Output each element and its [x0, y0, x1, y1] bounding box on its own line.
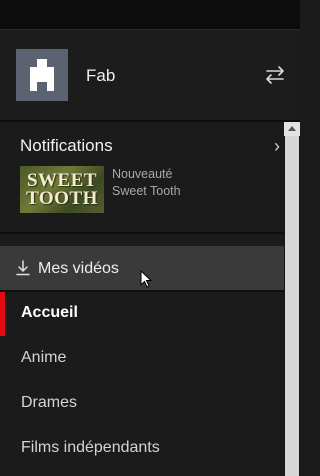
- nav-item-drames[interactable]: Drames: [0, 382, 284, 426]
- download-icon: [16, 260, 30, 276]
- switch-profile-icon[interactable]: [264, 64, 286, 86]
- nav-item-anime[interactable]: Anime: [0, 337, 284, 381]
- notification-kind[interactable]: Nouveauté: [112, 167, 172, 181]
- notifications-section: Notifications › SWEET TOOTH Nouveauté Sw…: [0, 122, 284, 232]
- thumbnail-title-line2: TOOTH: [26, 188, 98, 209]
- nav-item-accueil[interactable]: Accueil: [0, 292, 284, 336]
- nav-item-label: Accueil: [21, 304, 78, 321]
- nav-item-label: Films indépendants: [21, 439, 160, 456]
- profile-header[interactable]: Fab: [0, 30, 300, 120]
- title-bar: [0, 0, 300, 30]
- scroll-up-arrow-icon[interactable]: [284, 122, 300, 136]
- profile-name: Fab: [86, 66, 116, 85]
- profile-avatar-icon: [16, 49, 68, 101]
- my-downloads-label: Mes vidéos: [38, 260, 119, 277]
- notification-thumbnail[interactable]: SWEET TOOTH: [20, 166, 104, 213]
- notification-show-title[interactable]: Sweet Tooth: [112, 184, 181, 198]
- divider: [0, 232, 300, 234]
- mouse-pointer-icon: [140, 270, 153, 288]
- notifications-chevron-icon[interactable]: ›: [274, 136, 280, 157]
- nav-item-films-independants[interactable]: Films indépendants: [0, 427, 284, 471]
- nav-item-label: Anime: [21, 349, 67, 366]
- scrollbar[interactable]: [284, 122, 300, 476]
- scrollbar-thumb[interactable]: [285, 136, 299, 476]
- notifications-title: Notifications: [20, 136, 113, 155]
- avatar[interactable]: [16, 49, 68, 101]
- nav-item-label: Drames: [21, 394, 78, 411]
- active-indicator: [0, 292, 5, 336]
